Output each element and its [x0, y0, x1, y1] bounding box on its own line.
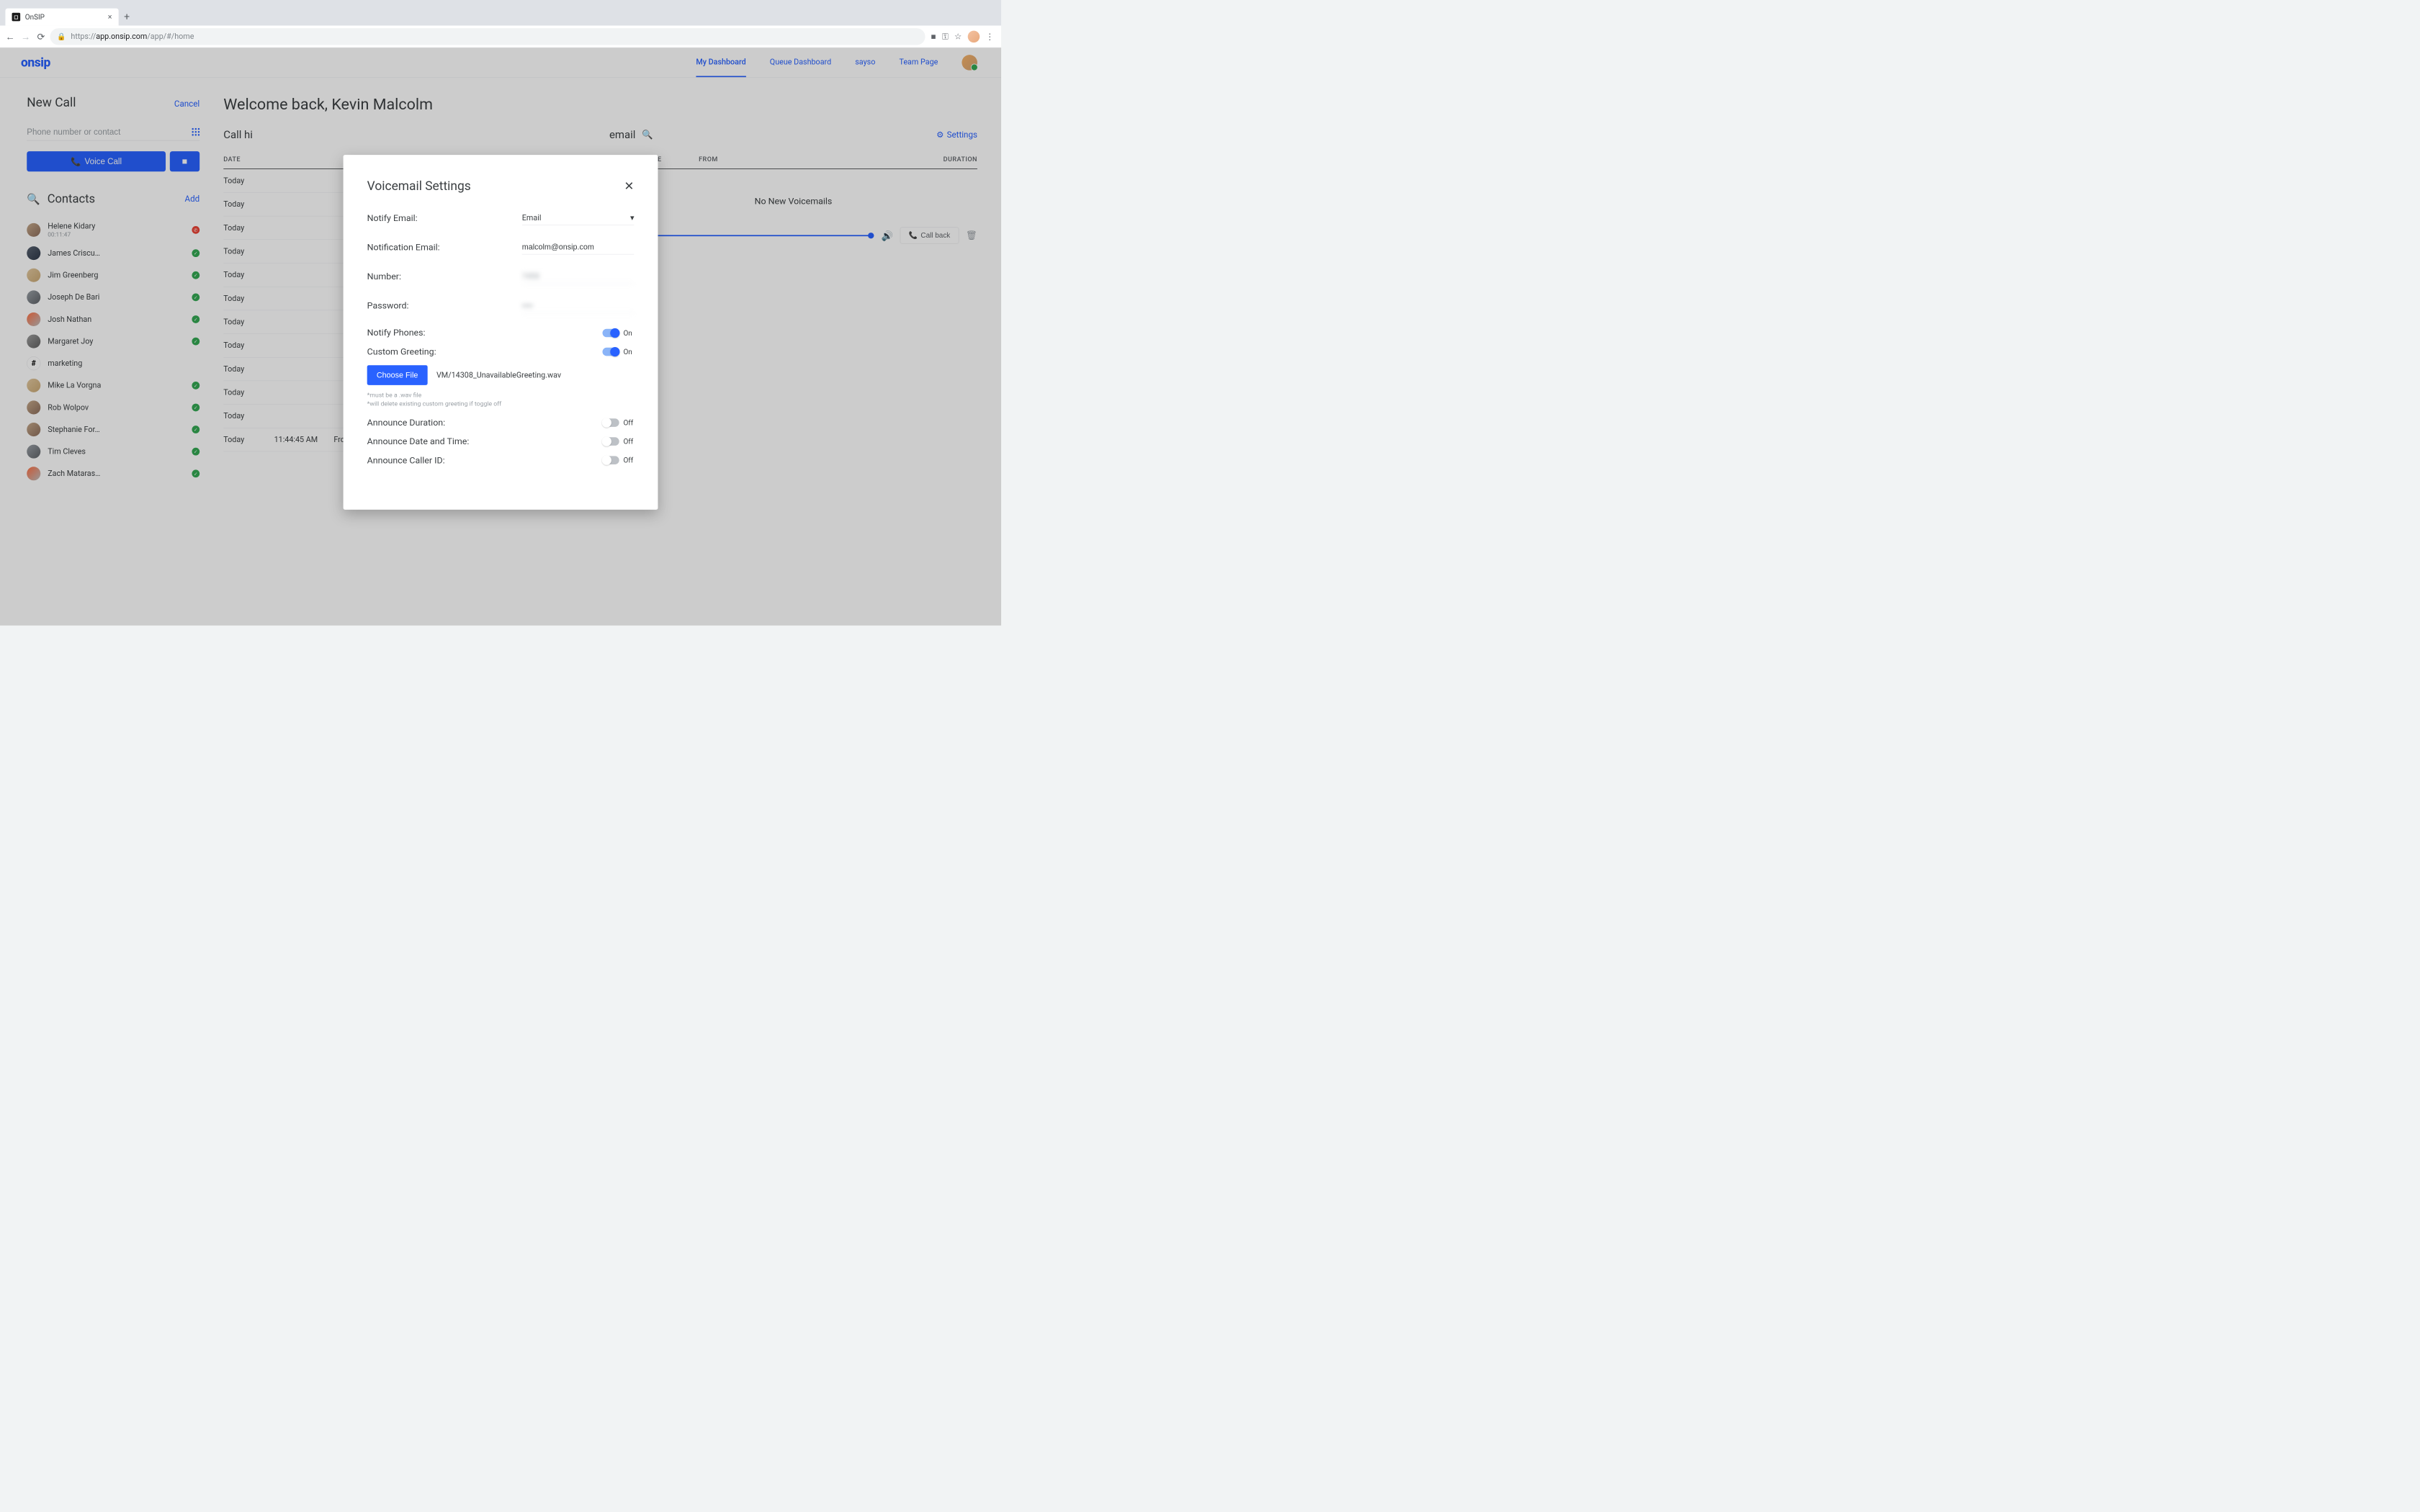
reload-button[interactable]: ⟳ — [35, 30, 48, 43]
browser-profile-avatar[interactable] — [968, 30, 980, 42]
browser-tab[interactable]: ◻ OnSIP × — [5, 9, 118, 26]
key-icon[interactable]: ⚿ — [942, 32, 949, 42]
password-label: Password: — [367, 300, 522, 310]
notification-email-label: Notification Email: — [367, 242, 522, 252]
notify-email-select[interactable]: Email ▾ — [522, 211, 635, 225]
tab-title: OnSIP — [25, 13, 45, 22]
file-name: VM/14308_UnavailableGreeting.wav — [436, 371, 561, 379]
notify-email-value: Email — [522, 214, 542, 222]
toggle-state: On — [623, 348, 634, 356]
announce-datetime-label: Announce Date and Time: — [367, 436, 470, 446]
app-root: onsip My Dashboard Queue Dashboard sayso… — [0, 48, 1001, 626]
back-button[interactable]: ← — [4, 30, 17, 43]
lock-icon: 🔒 — [57, 32, 66, 41]
toggle-state: Off — [623, 456, 634, 464]
browser-tab-bar: ◻ OnSIP × + — [0, 0, 1001, 26]
custom-greeting-toggle[interactable] — [603, 348, 619, 356]
notification-email-field[interactable] — [522, 240, 635, 254]
voicemail-settings-modal: Voicemail Settings ✕ Notify Email: Email… — [344, 155, 658, 510]
choose-file-button[interactable]: Choose File — [367, 365, 428, 385]
new-tab-button[interactable]: + — [119, 11, 135, 23]
notify-phones-label: Notify Phones: — [367, 328, 426, 338]
announce-duration-label: Announce Duration: — [367, 418, 445, 428]
close-icon[interactable]: ✕ — [624, 179, 634, 193]
announce-callerid-label: Announce Caller ID: — [367, 455, 445, 465]
url-text: https://app.onsip.com/app/#/home — [71, 32, 194, 40]
notify-email-label: Notify Email: — [367, 213, 522, 223]
modal-title: Voicemail Settings — [367, 179, 471, 193]
close-icon[interactable]: × — [108, 12, 112, 21]
menu-icon[interactable]: ⋮ — [986, 32, 995, 42]
tab-favicon: ◻ — [12, 13, 21, 22]
address-bar[interactable]: 🔒 https://app.onsip.com/app/#/home — [50, 28, 926, 45]
toggle-state: Off — [623, 437, 634, 446]
toggle-state: On — [623, 329, 634, 338]
announce-datetime-toggle[interactable] — [603, 437, 619, 446]
announce-duration-toggle[interactable] — [603, 418, 619, 427]
camera-icon[interactable]: ■ — [931, 32, 936, 42]
custom-greeting-label: Custom Greeting: — [367, 346, 436, 356]
password-field[interactable] — [522, 299, 635, 313]
file-hint: *must be a .wav file *will delete existi… — [367, 391, 635, 408]
announce-callerid-toggle[interactable] — [603, 456, 619, 464]
browser-toolbar: ← → ⟳ 🔒 https://app.onsip.com/app/#/home… — [0, 26, 1001, 48]
number-field[interactable] — [522, 269, 635, 284]
chevron-down-icon: ▾ — [630, 214, 634, 222]
notify-phones-toggle[interactable] — [603, 329, 619, 338]
forward-button[interactable]: → — [19, 30, 32, 43]
number-label: Number: — [367, 271, 522, 282]
modal-overlay[interactable]: Voicemail Settings ✕ Notify Email: Email… — [0, 48, 1001, 626]
toggle-state: Off — [623, 418, 634, 427]
star-icon[interactable]: ☆ — [954, 32, 962, 42]
